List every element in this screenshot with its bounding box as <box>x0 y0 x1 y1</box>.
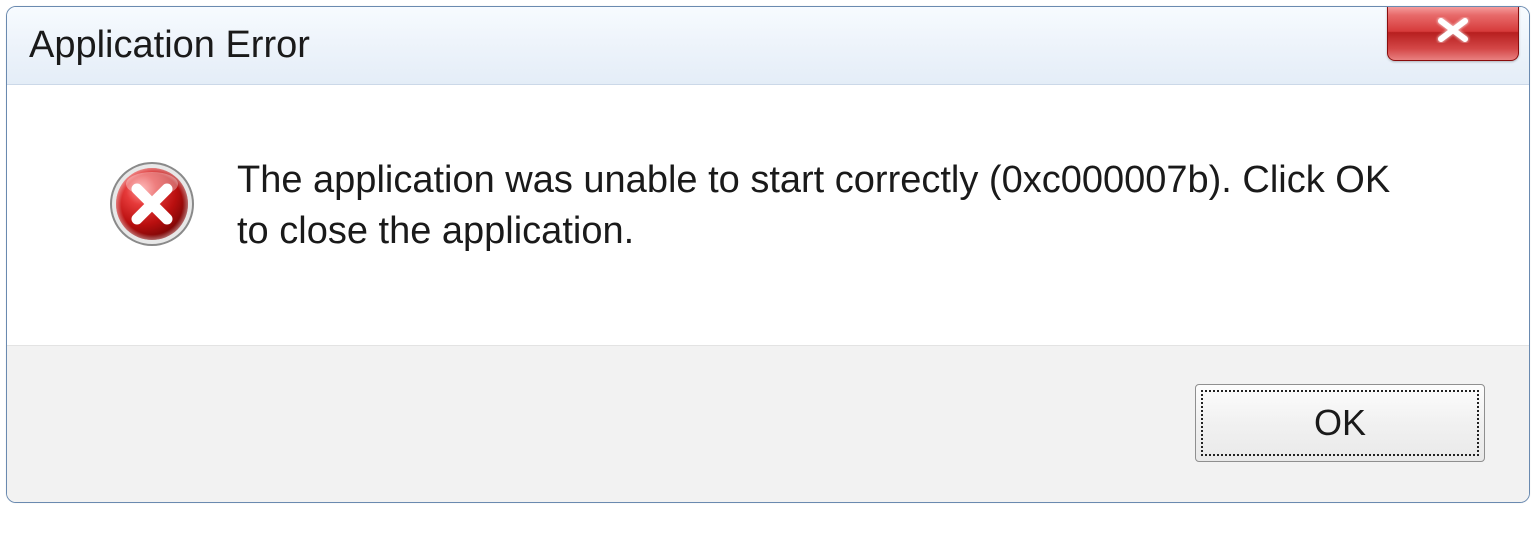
error-dialog: Application Error <box>6 6 1530 503</box>
dialog-message: The application was unable to start corr… <box>237 155 1417 258</box>
error-icon <box>107 159 197 249</box>
close-button[interactable] <box>1387 6 1519 61</box>
titlebar: Application Error <box>7 7 1529 85</box>
dialog-content: The application was unable to start corr… <box>7 85 1529 345</box>
button-bar: OK <box>7 345 1529 502</box>
dialog-title: Application Error <box>29 24 310 67</box>
ok-button[interactable]: OK <box>1195 384 1485 462</box>
close-icon <box>1431 17 1475 48</box>
